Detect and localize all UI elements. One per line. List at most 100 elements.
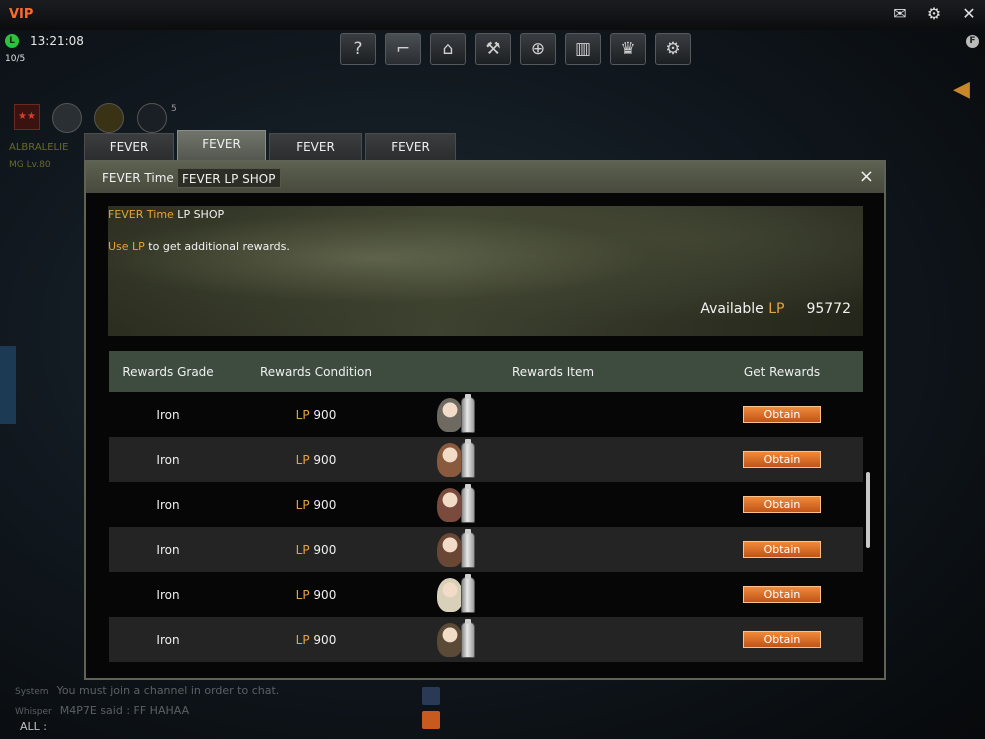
character-icon[interactable] bbox=[437, 487, 463, 522]
player-level: MG Lv.80 bbox=[9, 160, 51, 170]
spray-can-icon[interactable] bbox=[461, 393, 475, 433]
condition-cell: LP 900 bbox=[227, 588, 405, 602]
clock-time: 13:21:08 bbox=[30, 34, 84, 48]
character-icon[interactable] bbox=[437, 622, 463, 657]
subtab-lp-shop[interactable]: FEVER LP SHOP bbox=[177, 168, 281, 188]
f-badge[interactable]: F bbox=[966, 35, 979, 48]
chat-input[interactable]: ALL : bbox=[20, 720, 47, 733]
action-cell: Obtain bbox=[701, 586, 863, 603]
action-cell: Obtain bbox=[701, 496, 863, 513]
vip-label[interactable]: VIP bbox=[9, 7, 33, 22]
table-row: Iron LP 900 Obtain bbox=[109, 482, 863, 527]
character-icon[interactable] bbox=[437, 442, 463, 477]
action-cell: Obtain bbox=[701, 406, 863, 423]
tab-fever-sale[interactable]: FEVER Sale bbox=[365, 133, 456, 181]
lp-amount: 900 bbox=[313, 452, 337, 467]
condition-cell: LP 900 bbox=[227, 543, 405, 557]
available-lp: Available LP 95772 bbox=[700, 301, 851, 317]
item-cell bbox=[405, 618, 701, 660]
tools-icon[interactable]: ⚒ bbox=[475, 33, 511, 65]
weapon-icon[interactable]: ⌐ bbox=[385, 33, 421, 65]
side-expand-tab[interactable] bbox=[0, 346, 16, 424]
lp-label: LP bbox=[295, 452, 310, 467]
header-condition: Rewards Condition bbox=[259, 364, 373, 379]
grade-cell: Iron bbox=[156, 452, 180, 467]
action-cell: Obtain bbox=[701, 631, 863, 648]
lp-label: LP bbox=[295, 542, 310, 557]
top-bar: VIP ✉ ⚙ ✕ bbox=[0, 0, 985, 30]
chat-tag: Whisper bbox=[15, 707, 52, 717]
header-get-rewards: Get Rewards bbox=[743, 364, 821, 379]
alert-icon[interactable] bbox=[422, 711, 440, 729]
chat-line-system: System You must join a channel in order t… bbox=[15, 684, 279, 697]
table-row: Iron LP 900 Obtain bbox=[109, 617, 863, 662]
rank-icon: ★★ bbox=[14, 104, 40, 130]
tab-fever-capsules[interactable]: FEVER Capsules bbox=[269, 133, 362, 181]
condition-cell: LP 900 bbox=[227, 633, 405, 647]
panel-header: FEVER Time FEVER LP SHOP × bbox=[86, 162, 884, 193]
lp-label: LP bbox=[295, 632, 310, 647]
header-item: Rewards Item bbox=[511, 364, 595, 379]
subtab-fever-time[interactable]: FEVER Time bbox=[97, 168, 179, 188]
character-icon[interactable] bbox=[437, 532, 463, 567]
avatar[interactable] bbox=[52, 103, 82, 133]
tab-fever-time[interactable]: FEVER Time bbox=[177, 130, 266, 178]
item-cell bbox=[405, 528, 701, 570]
crosshair-icon[interactable]: ⊕ bbox=[520, 33, 556, 65]
item-cell bbox=[405, 393, 701, 435]
item-cell bbox=[405, 483, 701, 525]
settings-icon[interactable]: ⚙ bbox=[655, 33, 691, 65]
spray-can-icon[interactable] bbox=[461, 528, 475, 568]
spray-can-icon[interactable] bbox=[461, 618, 475, 658]
arrow-left-icon[interactable]: ◀ bbox=[953, 77, 970, 102]
obtain-button[interactable]: Obtain bbox=[743, 496, 821, 513]
mail-icon[interactable]: ✉ bbox=[891, 5, 909, 23]
fever-tabs: FEVER FEVER Time FEVER Capsules FEVER Sa… bbox=[84, 130, 456, 181]
close-icon[interactable]: × bbox=[859, 167, 874, 187]
help-icon[interactable]: ? bbox=[340, 33, 376, 65]
warehouse-icon[interactable]: ⌂ bbox=[430, 33, 466, 65]
stats-icon[interactable]: ▥ bbox=[565, 33, 601, 65]
item-cell bbox=[405, 573, 701, 615]
lp-label: LP bbox=[295, 497, 310, 512]
action-cell: Obtain bbox=[701, 451, 863, 468]
lp-label: LP bbox=[295, 587, 310, 602]
lp-shop-panel: FEVER Time FEVER LP SHOP × FEVER Time LP… bbox=[84, 160, 886, 680]
scrollbar[interactable] bbox=[866, 472, 870, 548]
user-icon[interactable] bbox=[422, 687, 440, 705]
clock-badge: L bbox=[5, 34, 19, 48]
available-value: 95772 bbox=[806, 301, 851, 317]
obtain-button[interactable]: Obtain bbox=[743, 406, 821, 423]
grade-cell: Iron bbox=[156, 542, 180, 557]
obtain-button[interactable]: Obtain bbox=[743, 541, 821, 558]
spray-can-icon[interactable] bbox=[461, 573, 475, 613]
moon-icon[interactable] bbox=[137, 103, 167, 133]
chat-line-whisper: Whisper M4P7E said : FF HAHAA bbox=[15, 704, 189, 717]
chat-tag: System bbox=[15, 687, 49, 697]
medal-icon[interactable] bbox=[94, 103, 124, 133]
banner-title: FEVER Time LP SHOP bbox=[108, 208, 225, 221]
gear-icon[interactable]: ⚙ bbox=[925, 5, 943, 23]
tab-fever[interactable]: FEVER bbox=[84, 133, 174, 161]
action-cell: Obtain bbox=[701, 541, 863, 558]
condition-cell: LP 900 bbox=[227, 453, 405, 467]
obtain-button[interactable]: Obtain bbox=[743, 451, 821, 468]
obtain-button[interactable]: Obtain bbox=[743, 586, 821, 603]
spray-can-icon[interactable] bbox=[461, 483, 475, 523]
player-name: ALBRALELIE bbox=[9, 142, 69, 153]
character-icon[interactable] bbox=[437, 397, 463, 432]
obtain-button[interactable]: Obtain bbox=[743, 631, 821, 648]
item-cell bbox=[405, 438, 701, 480]
spray-can-icon[interactable] bbox=[461, 438, 475, 478]
lp-amount: 900 bbox=[313, 542, 337, 557]
table-row: Iron LP 900 Obtain bbox=[109, 392, 863, 437]
character-icon[interactable] bbox=[437, 577, 463, 612]
banner-description: Use LP to get additional rewards. bbox=[108, 240, 290, 253]
date-text: 10/5 bbox=[5, 54, 26, 64]
chat-text: M4P7E said : FF HAHAA bbox=[59, 704, 190, 717]
trophy-icon[interactable]: ♛ bbox=[610, 33, 646, 65]
badge-count: 5 bbox=[171, 104, 177, 114]
header-grade: Rewards Grade bbox=[122, 364, 214, 379]
close-icon[interactable]: ✕ bbox=[960, 5, 978, 23]
grade-cell: Iron bbox=[156, 407, 180, 422]
